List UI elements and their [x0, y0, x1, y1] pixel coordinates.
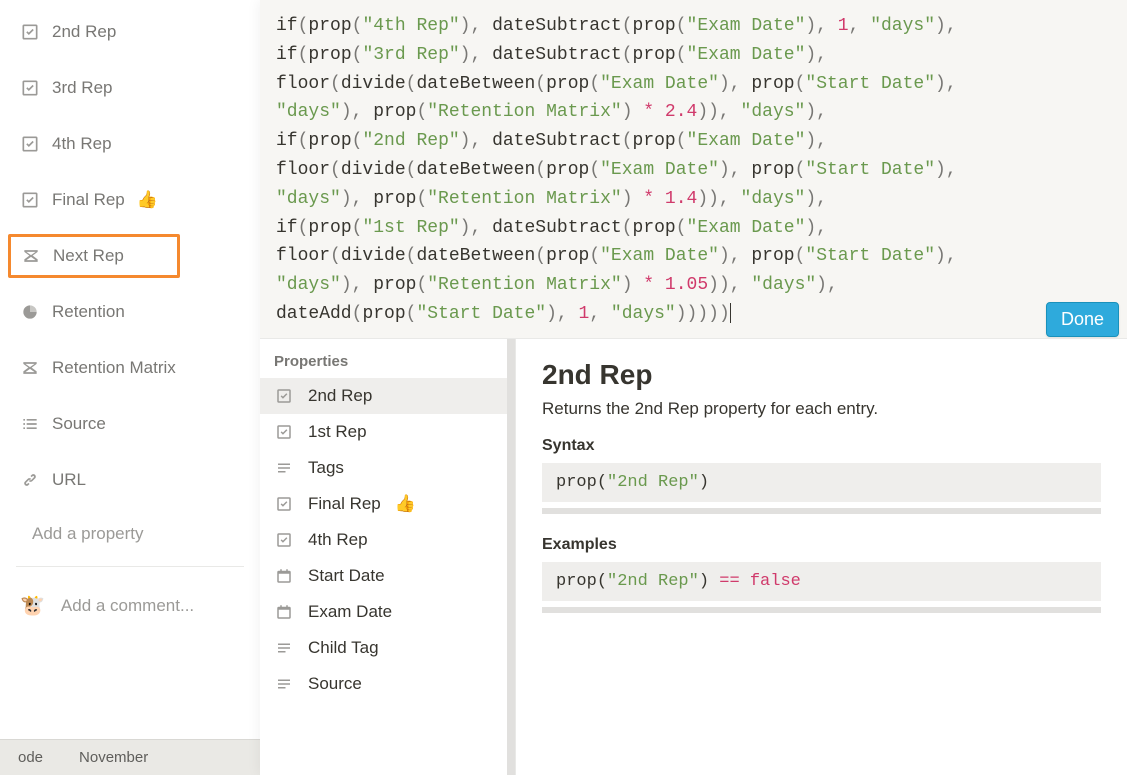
property-label: Next Rep	[53, 246, 124, 266]
property-row-3rd-rep[interactable]: 3rd Rep	[0, 66, 260, 110]
checkbox-icon	[20, 22, 40, 42]
bottom-cell[interactable]: ode	[0, 749, 61, 766]
reference-item-final-rep[interactable]: Final Rep 👍	[260, 486, 507, 522]
text-icon	[274, 638, 294, 658]
property-label: 4th Rep	[52, 134, 112, 154]
reference-heading: Properties	[260, 339, 507, 378]
reference-item-label: Final Rep	[308, 494, 381, 514]
add-property-label: Add a property	[32, 524, 144, 544]
formula-editor-panel: if(prop("4th Rep"), dateSubtract(prop("E…	[260, 0, 1127, 775]
reference-title: 2nd Rep	[542, 359, 1101, 391]
checkbox-icon	[20, 134, 40, 154]
property-label: Final Rep	[52, 190, 125, 210]
property-row-final-rep[interactable]: Final Rep 👍	[0, 178, 260, 222]
property-row-retention-matrix[interactable]: Retention Matrix	[0, 346, 260, 390]
codeblock-shadow	[542, 607, 1101, 613]
property-row-next-rep[interactable]: Next Rep	[8, 234, 180, 278]
reference-item-label: Start Date	[308, 566, 385, 586]
properties-sidebar: 2nd Rep 3rd Rep 4th Rep Final Rep 👍 Next Rep R…	[0, 0, 260, 775]
property-label: Retention	[52, 302, 125, 322]
reference-item-tags[interactable]: Tags	[260, 450, 507, 486]
reference-item-label: Source	[308, 674, 362, 694]
reference-item-start-date[interactable]: Start Date	[260, 558, 507, 594]
bottom-table-strip: ode November	[0, 739, 260, 775]
property-label: 3rd Rep	[52, 78, 112, 98]
reference-item-1st-rep[interactable]: 1st Rep	[260, 414, 507, 450]
reference-item-label: 1st Rep	[308, 422, 367, 442]
property-row-source[interactable]: Source	[0, 402, 260, 446]
checkbox-icon	[20, 190, 40, 210]
done-button[interactable]: Done	[1046, 302, 1119, 337]
bottom-cell[interactable]: November	[61, 749, 166, 766]
date-icon	[274, 566, 294, 586]
property-row-4th-rep[interactable]: 4th Rep	[0, 122, 260, 166]
syntax-codeblock: prop("2nd Rep")	[542, 463, 1101, 502]
link-icon	[20, 470, 40, 490]
formula-cursor	[730, 303, 731, 323]
checkbox-icon	[274, 422, 294, 442]
property-row-retention[interactable]: Retention	[0, 290, 260, 334]
retention-icon	[20, 302, 40, 322]
text-icon	[274, 458, 294, 478]
syntax-label: Syntax	[542, 437, 1101, 455]
text-icon	[274, 674, 294, 694]
reference-description: Returns the 2nd Rep property for each en…	[542, 399, 1101, 419]
codeblock-shadow	[542, 508, 1101, 514]
reference-item-child-tag[interactable]: Child Tag	[260, 630, 507, 666]
reference-item-label: 4th Rep	[308, 530, 368, 550]
divider	[16, 566, 244, 567]
checkbox-icon	[274, 386, 294, 406]
done-button-label: Done	[1061, 309, 1104, 329]
examples-codeblock: prop("2nd Rep") == false	[542, 562, 1101, 601]
cow-emoji-icon: 🐮	[20, 593, 45, 618]
property-label: 2nd Rep	[52, 22, 116, 42]
property-row-url[interactable]: URL	[0, 458, 260, 502]
reference-panel: Properties 2nd Rep 1st Rep Tags Final Rep 👍 4…	[260, 338, 1127, 775]
property-row-2nd-rep[interactable]: 2nd Rep	[0, 10, 260, 54]
reference-item-label: Tags	[308, 458, 344, 478]
reference-detail: 2nd Rep Returns the 2nd Rep property for…	[516, 339, 1127, 775]
reference-properties-list[interactable]: Properties 2nd Rep 1st Rep Tags Final Rep 👍 4…	[260, 339, 516, 775]
reference-item-label: Child Tag	[308, 638, 379, 658]
examples-label: Examples	[542, 536, 1101, 554]
add-comment-row[interactable]: 🐮 Add a comment...	[0, 579, 260, 632]
list-icon	[20, 414, 40, 434]
reference-item-4th-rep[interactable]: 4th Rep	[260, 522, 507, 558]
thumbs-up-icon: 👍	[395, 494, 416, 514]
reference-item-label: Exam Date	[308, 602, 392, 622]
comment-placeholder: Add a comment...	[61, 596, 194, 616]
property-label: Retention Matrix	[52, 358, 176, 378]
checkbox-icon	[274, 494, 294, 514]
thumbs-up-icon: 👍	[137, 190, 158, 210]
formula-icon	[21, 246, 41, 266]
checkbox-icon	[274, 530, 294, 550]
checkbox-icon	[20, 78, 40, 98]
reference-item-exam-date[interactable]: Exam Date	[260, 594, 507, 630]
formula-textarea[interactable]: if(prop("4th Rep"), dateSubtract(prop("E…	[260, 0, 1127, 338]
reference-item-label: 2nd Rep	[308, 386, 372, 406]
date-icon	[274, 602, 294, 622]
formula-icon	[20, 358, 40, 378]
property-label: Source	[52, 414, 106, 434]
reference-item-2nd-rep[interactable]: 2nd Rep	[260, 378, 507, 414]
reference-item-source[interactable]: Source	[260, 666, 507, 702]
property-label: URL	[52, 470, 86, 490]
add-property-button[interactable]: Add a property	[0, 514, 260, 554]
